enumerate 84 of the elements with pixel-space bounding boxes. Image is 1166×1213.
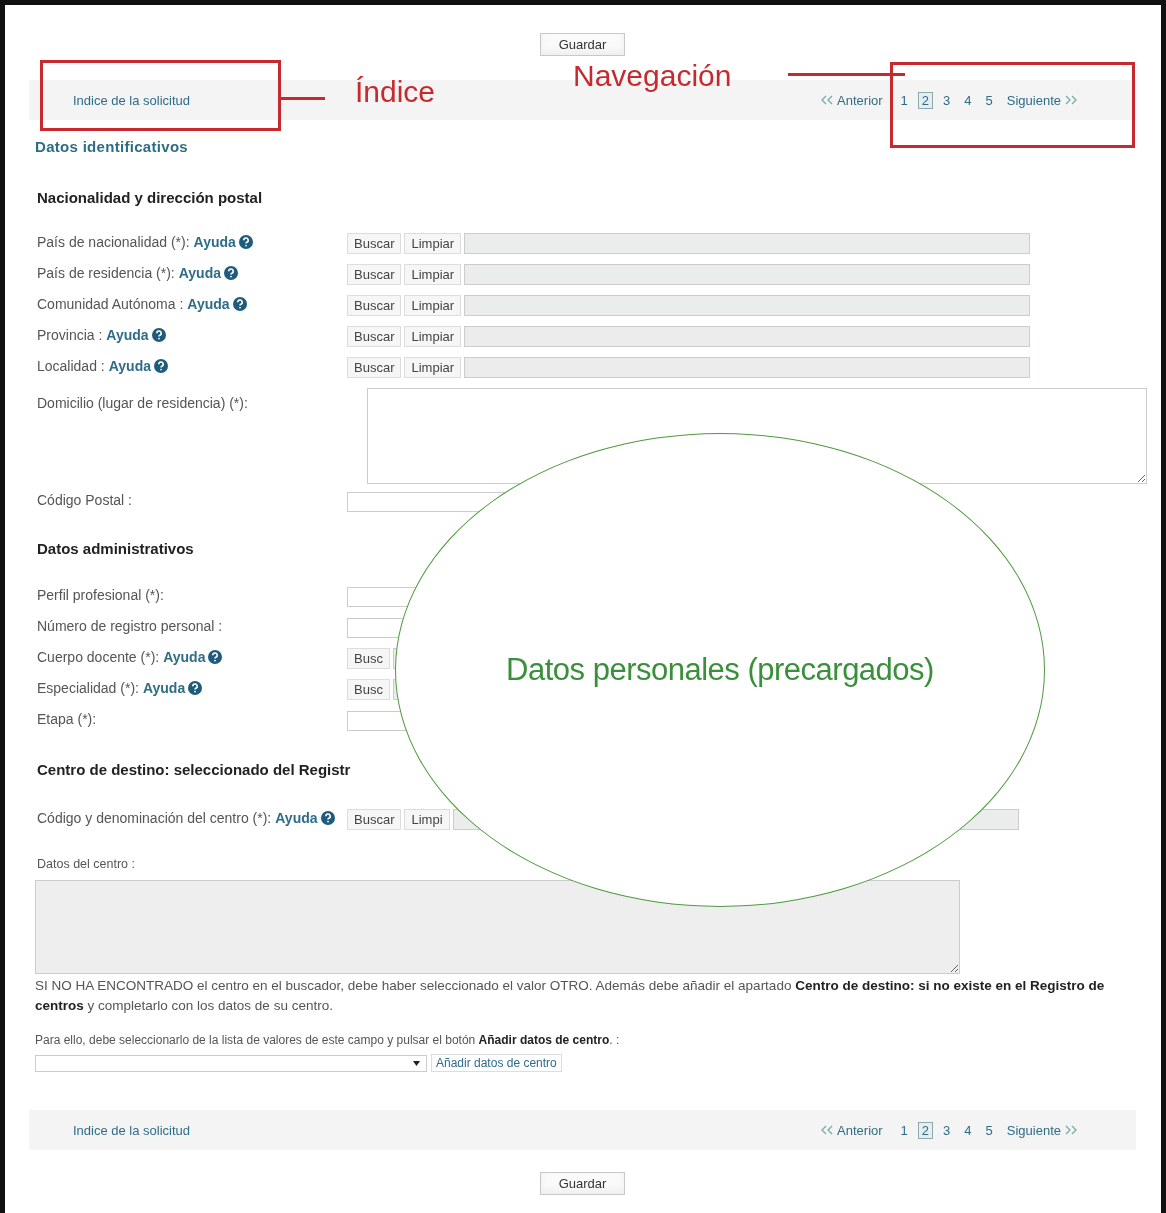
double-chevron-left-icon: [820, 95, 835, 105]
field-label: Código Postal :: [37, 492, 132, 508]
leader-line: [280, 97, 325, 100]
help-link[interactable]: Ayuda: [108, 358, 151, 374]
index-link[interactable]: Indice de la solicitud: [73, 1122, 191, 1138]
page-link[interactable]: 3: [939, 1121, 955, 1139]
help-link[interactable]: Ayuda: [178, 265, 221, 281]
help-icon[interactable]: [320, 811, 335, 825]
double-chevron-left-icon: [820, 1125, 835, 1135]
lookup-field[interactable]: [464, 295, 1031, 316]
annotation-label: Navegación: [573, 59, 732, 93]
help-link[interactable]: Ayuda: [193, 234, 236, 250]
search-button[interactable]: Busc: [347, 679, 390, 700]
field-label: Código y denominación del centro (*):: [37, 810, 272, 826]
page-link[interactable]: 4: [960, 1121, 976, 1139]
help-link[interactable]: Ayuda: [275, 810, 318, 826]
callout-label: Datos personales (precargados): [506, 652, 934, 688]
page-link[interactable]: 4: [960, 91, 976, 109]
clear-button[interactable]: Limpiar: [404, 326, 462, 347]
index-link[interactable]: Indice de la solicitud: [73, 92, 191, 108]
page-link[interactable]: 5: [981, 1121, 997, 1139]
field-label: Especialidad (*):: [37, 680, 139, 696]
search-button[interactable]: Buscar: [347, 264, 402, 285]
help-link[interactable]: Ayuda: [163, 649, 206, 665]
help-icon[interactable]: [232, 297, 247, 311]
double-chevron-right-icon: [1064, 95, 1078, 105]
field-label: Cuerpo docente (*):: [37, 649, 160, 665]
center-data-field[interactable]: [35, 880, 960, 974]
help-link[interactable]: Ayuda: [142, 680, 186, 696]
help-icon[interactable]: [151, 328, 166, 342]
next-link[interactable]: Siguiente: [1006, 1122, 1078, 1138]
field-label: Datos del centro :: [37, 856, 136, 873]
help-icon[interactable]: [238, 235, 253, 249]
help-icon[interactable]: [154, 359, 168, 373]
help-link[interactable]: Ayuda: [106, 327, 149, 343]
search-button[interactable]: Buscar: [347, 326, 402, 347]
search-button[interactable]: Buscar: [347, 233, 402, 254]
page-link[interactable]: 2: [917, 91, 934, 109]
field-label: Comunidad Autónoma :: [37, 296, 184, 312]
search-button[interactable]: Buscar: [347, 295, 402, 316]
help-link[interactable]: Ayuda: [187, 296, 230, 312]
field-label: Perfil profesional (*):: [37, 587, 164, 603]
help-icon[interactable]: [224, 266, 238, 280]
page-link[interactable]: 1: [896, 91, 912, 109]
field-label: Localidad :: [37, 358, 105, 374]
save-button[interactable]: Guardar: [539, 33, 626, 56]
save-button[interactable]: Guardar: [539, 1172, 626, 1195]
field-label: País de nacionalidad (*):: [37, 234, 190, 250]
page-title: Datos identificativos: [35, 138, 189, 155]
annotation-label: Índice: [355, 75, 436, 109]
help-icon[interactable]: [208, 650, 223, 664]
search-button[interactable]: Buscar: [347, 357, 402, 378]
double-chevron-right-icon: [1064, 1125, 1078, 1135]
clear-button[interactable]: Limpiar: [404, 357, 462, 378]
previous-link[interactable]: Anterior: [820, 92, 883, 108]
notice-text: SI NO HA ENCONTRADO el centro en el buscador, debe haber seleccionado el valor OTRO. Además debe añadir el apartado Centro de destino: si no existe en el Registro de centros y completarlo con los datos de su centro.: [35, 977, 1106, 1015]
instruction-text: Para ello, debe seleccionarlo de la lista de valores de este campo y pulsar el botón Añadir datos de centro. :: [35, 1032, 621, 1049]
search-button[interactable]: Busc: [347, 648, 390, 669]
clear-button[interactable]: Limpiar: [404, 233, 462, 254]
field-label: Número de registro personal :: [37, 618, 223, 634]
dropdown-arrow-icon: [413, 1060, 420, 1066]
page-link[interactable]: 2: [917, 1121, 934, 1139]
search-button[interactable]: Buscar: [347, 809, 402, 830]
field-label: Etapa (*):: [37, 711, 97, 727]
section-heading: Centro de destino: seleccionado del Registr: [37, 761, 352, 779]
help-icon[interactable]: [188, 681, 203, 695]
field-label: Provincia :: [37, 327, 103, 343]
add-center-button[interactable]: Añadir datos de centro: [431, 1054, 562, 1072]
clear-button[interactable]: Limpiar: [404, 295, 462, 316]
page-link[interactable]: 3: [939, 91, 955, 109]
section-heading: Nacionalidad y dirección postal: [37, 189, 264, 207]
field-label: País de residencia (*):: [37, 265, 175, 281]
page-link[interactable]: 5: [981, 91, 997, 109]
section-heading: Datos administrativos: [37, 540, 195, 558]
lookup-field[interactable]: [464, 326, 1031, 347]
lookup-field[interactable]: [464, 357, 1031, 378]
lookup-field[interactable]: [464, 233, 1031, 254]
next-link[interactable]: Siguiente: [1006, 92, 1078, 108]
previous-link[interactable]: Anterior: [820, 1122, 883, 1138]
clear-button[interactable]: Limpi: [404, 809, 450, 830]
lookup-field[interactable]: [464, 264, 1031, 285]
field-label: Domicilio (lugar de residencia) (*):: [37, 395, 248, 411]
clear-button[interactable]: Limpiar: [404, 264, 462, 285]
page-link[interactable]: 1: [896, 1121, 912, 1139]
